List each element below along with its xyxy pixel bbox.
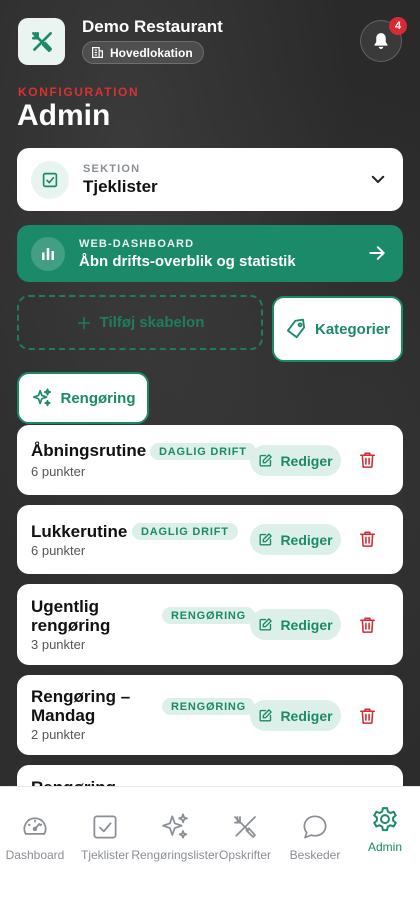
bell-icon [374, 33, 388, 49]
template-title: Rengøring [31, 778, 116, 786]
edit-icon [259, 709, 273, 722]
nav-item-dashboard[interactable]: Dashboard [0, 787, 70, 867]
trash-icon [359, 452, 375, 468]
app-screen: Demo Restaurant Hovedlokation 4 KONFIGUR… [0, 0, 420, 786]
section-dropdown[interactable]: SEKTION Tjeklister [17, 148, 403, 211]
add-template-button[interactable]: Tilføj skabelon [17, 295, 263, 350]
utensils-logo-icon [31, 31, 52, 52]
section-value: Tjeklister [83, 176, 158, 196]
template-card[interactable]: Rengøring – Mandag RENGØRING 2 punkter R… [17, 675, 403, 755]
template-tag: RENGØRING [162, 607, 256, 624]
template-tag: DAGLIG DRIFT [150, 443, 256, 460]
trash-icon [359, 708, 375, 724]
restaurant-logo [18, 18, 65, 65]
edit-button[interactable]: Rediger [250, 445, 341, 476]
trash-icon [359, 617, 375, 633]
delete-button[interactable] [355, 448, 379, 472]
template-title-line-2: Mandag [31, 706, 96, 725]
nav-label-cleaning-lists: Rengøringslister [131, 848, 219, 862]
edit-label: Rediger [280, 531, 333, 548]
template-title: Lukkerutine [31, 522, 128, 541]
template-title-line-2: rengøring [31, 616, 111, 635]
template-count: 6 punkter [31, 543, 86, 558]
chat-bubble-icon [303, 815, 327, 839]
nav-label-messages: Beskeder [289, 848, 341, 862]
bar-chart-icon [42, 247, 54, 260]
sparkles-icon [32, 388, 51, 407]
trash-icon [359, 531, 375, 547]
arrow-right-icon [369, 246, 385, 260]
web-dashboard-label: WEB-DASHBOARD [79, 237, 195, 250]
template-card[interactable]: Rengøring [17, 765, 403, 786]
nav-label-recipes: Opskrifter [218, 848, 271, 862]
checkbox-icon [93, 815, 117, 839]
add-template-label: Tilføj skabelon [99, 314, 205, 331]
notification-count-badge: 4 [389, 17, 407, 35]
edit-label: Rediger [280, 452, 333, 469]
utensils-icon [234, 816, 256, 838]
page-eyebrow: KONFIGURATION [18, 85, 140, 99]
web-dashboard-text: Åbn drifts-overblik og statistik [79, 252, 296, 270]
template-title-line-1: Rengøring – [31, 687, 131, 706]
template-title-line-1: Ugentlig [31, 597, 99, 616]
edit-label: Rediger [280, 616, 333, 633]
page-title: Admin [17, 99, 111, 132]
web-dashboard-icon-wrap [31, 236, 65, 271]
edit-button[interactable]: Rediger [250, 700, 341, 731]
template-card[interactable]: Ugentlig rengøring RENGØRING 3 punkter R… [17, 584, 403, 665]
gear-icon [373, 807, 397, 832]
template-tag: RENGØRING [162, 698, 256, 715]
restaurant-name: Demo Restaurant [82, 17, 223, 36]
nav-item-recipes[interactable]: Opskrifter [210, 787, 280, 867]
template-count: 3 punkter [31, 637, 86, 652]
plus-icon [77, 316, 90, 329]
categories-button[interactable]: Kategorier [272, 296, 403, 362]
notifications-button[interactable]: 4 [360, 17, 407, 62]
building-icon [92, 47, 103, 58]
location-name: Hovedlokation [110, 45, 193, 60]
edit-button[interactable]: Rediger [250, 609, 341, 640]
tag-icon [286, 318, 306, 339]
delete-button[interactable] [355, 704, 379, 728]
template-title: Åbningsrutine [31, 441, 147, 460]
edit-label: Rediger [280, 707, 333, 724]
template-tag: DAGLIG DRIFT [132, 523, 238, 540]
section-label: SEKTION [83, 162, 141, 175]
delete-button[interactable] [355, 613, 379, 637]
delete-button[interactable] [355, 527, 379, 551]
section-icon-wrap [31, 160, 69, 199]
template-card[interactable]: Lukkerutine DAGLIG DRIFT 6 punkter Redig… [17, 505, 403, 574]
checkbox-icon [42, 172, 58, 187]
nav-label-checklists: Tjeklister [80, 848, 129, 862]
filter-chip-cleaning[interactable]: Rengøring [17, 372, 149, 424]
categories-label: Kategorier [314, 320, 391, 338]
nav-item-checklists[interactable]: Tjeklister [70, 787, 140, 867]
nav-item-messages[interactable]: Beskeder [280, 787, 350, 867]
bottom-navigation: Dashboard Tjeklister Rengøringslister Op… [0, 786, 420, 909]
location-selector[interactable]: Hovedlokation [82, 41, 204, 64]
nav-label-admin: Admin [367, 840, 402, 854]
template-count: 6 punkter [31, 464, 86, 479]
web-dashboard-button[interactable]: WEB-DASHBOARD Åbn drifts-overblik og sta… [17, 225, 403, 282]
nav-item-admin[interactable]: Admin [350, 787, 420, 867]
filter-chip-label: Rengøring [60, 389, 136, 407]
chevron-down-icon [371, 175, 385, 183]
template-card[interactable]: Åbningsrutine DAGLIG DRIFT 6 punkter Red… [17, 425, 403, 495]
sparkles-icon [162, 813, 188, 839]
edit-icon [259, 533, 273, 546]
edit-button[interactable]: Rediger [250, 524, 341, 555]
gauge-icon [23, 817, 47, 835]
edit-icon [259, 618, 273, 631]
edit-icon [259, 454, 273, 467]
template-count: 2 punkter [31, 727, 86, 742]
nav-item-cleaning-lists[interactable]: Rengøringslister [131, 787, 219, 867]
nav-label-dashboard: Dashboard [5, 848, 65, 862]
